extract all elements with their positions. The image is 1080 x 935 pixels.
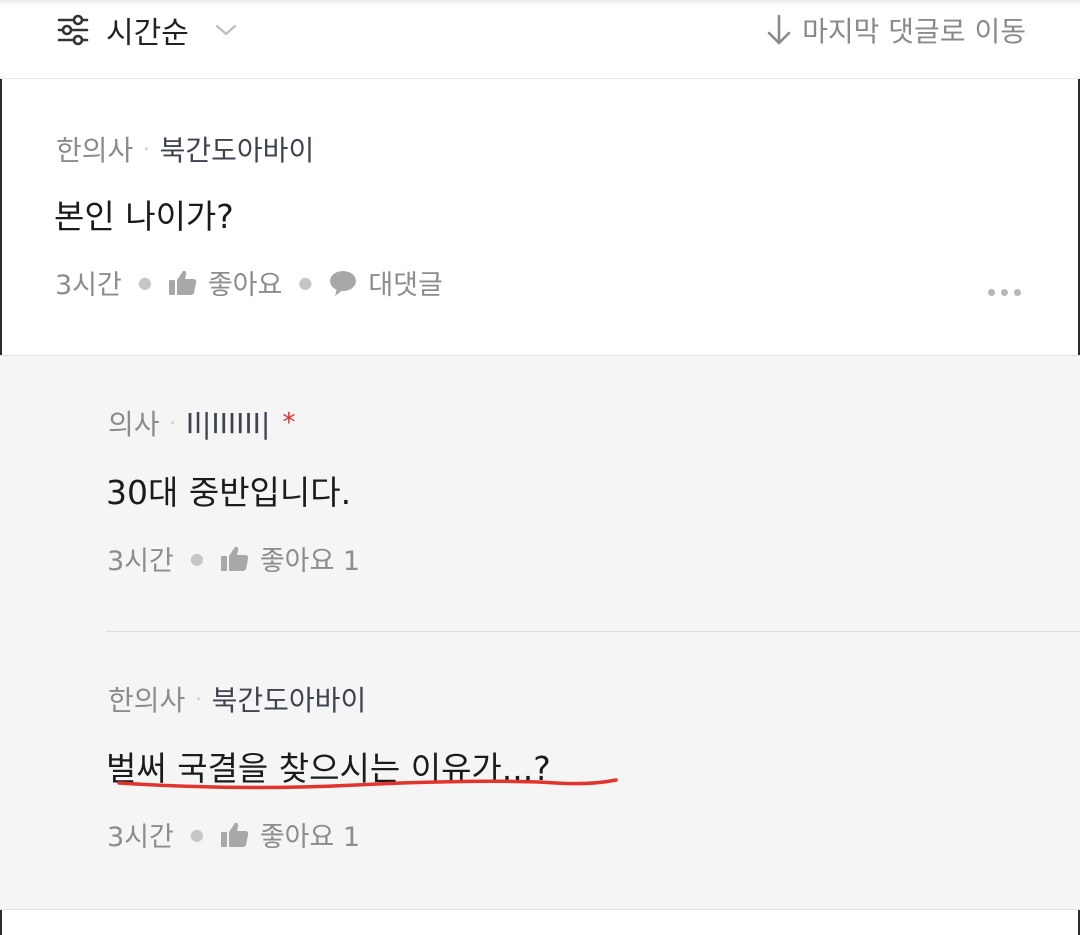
thumbs-up-icon	[220, 821, 250, 849]
reply-label: 대댓글	[368, 270, 443, 301]
filter-sliders-icon	[56, 13, 90, 47]
separator-dot: ●	[189, 825, 204, 844]
speech-bubble-icon	[328, 269, 358, 297]
like-label: 좋아요 1	[259, 546, 361, 577]
separator-dot: ·	[143, 137, 150, 161]
comment-time: 3시간	[55, 270, 122, 301]
like-label: 좋아요	[207, 270, 283, 301]
more-options-button[interactable]	[988, 289, 1021, 296]
arrow-down-icon	[766, 13, 792, 47]
separator-dot: ·	[195, 687, 202, 711]
comment-text: 본인 나이가?	[54, 197, 234, 236]
author-name[interactable]: 북간도아바이	[212, 679, 367, 719]
reply-actions: 3시간 ● 좋아요 1	[107, 539, 360, 578]
more-dot	[1001, 289, 1008, 296]
comment-actions: 3시간 ● 좋아요 ● 대댓글	[55, 263, 443, 302]
thumbs-up-icon	[168, 269, 198, 297]
thumbs-up-icon	[220, 545, 250, 573]
jump-to-last-comment-label: 마지막 댓글로 이동	[802, 15, 1026, 48]
sort-order-label: 시간순	[106, 16, 189, 51]
jump-to-last-comment-button[interactable]: 마지막 댓글로 이동	[766, 8, 1026, 52]
reply-author-line: 의사 · Il|IIIIII| *	[108, 403, 295, 443]
reply-item: 한의사 · 북간도아바이 벌써 국결을 찾으시는 이유가...? 3시간 ● 좋…	[0, 632, 1080, 908]
more-dot	[1014, 289, 1021, 296]
reply-time: 3시간	[107, 546, 174, 577]
like-button[interactable]: 좋아요	[168, 263, 283, 302]
like-button[interactable]: 좋아요 1	[220, 815, 360, 854]
author-name[interactable]: Il|IIIIII|	[186, 407, 270, 440]
author-name[interactable]: 북간도아바이	[160, 129, 315, 169]
toolbar-shadow	[0, 0, 1080, 6]
red-underline-annotation	[117, 778, 618, 790]
author-role: 한의사	[108, 684, 186, 717]
separator-dot: ·	[169, 411, 176, 435]
reply-time: 3시간	[107, 822, 174, 853]
separator-dot: ●	[298, 273, 313, 292]
chevron-down-icon	[215, 23, 237, 37]
reply-actions: 3시간 ● 좋아요 1	[107, 815, 360, 854]
separator-dot: ●	[189, 549, 204, 568]
author-role: 한의사	[56, 134, 134, 167]
comment-toolbar: 시간순 마지막 댓글로 이동	[0, 0, 1080, 79]
reply-item: 의사 · Il|IIIIII| * 30대 중반입니다. 3시간 ● 좋아요 1	[0, 356, 1080, 631]
like-label: 좋아요 1	[259, 822, 361, 853]
reply-text: 30대 중반입니다.	[106, 473, 352, 512]
comment-item: 한의사 · 북간도아바이 본인 나이가? 3시간 ● 좋아요 ● 대댓글	[0, 79, 1080, 355]
reply-button[interactable]: 대댓글	[328, 263, 443, 302]
like-button[interactable]: 좋아요 1	[220, 539, 360, 578]
comment-author-line: 한의사 · 북간도아바이	[56, 129, 314, 169]
separator-dot: ●	[137, 273, 152, 292]
reply-author-line: 한의사 · 북간도아바이	[108, 679, 366, 719]
sort-order-button[interactable]: 시간순	[56, 8, 237, 52]
author-marker: *	[282, 408, 296, 438]
author-role: 의사	[108, 408, 160, 441]
more-dot	[988, 289, 995, 296]
